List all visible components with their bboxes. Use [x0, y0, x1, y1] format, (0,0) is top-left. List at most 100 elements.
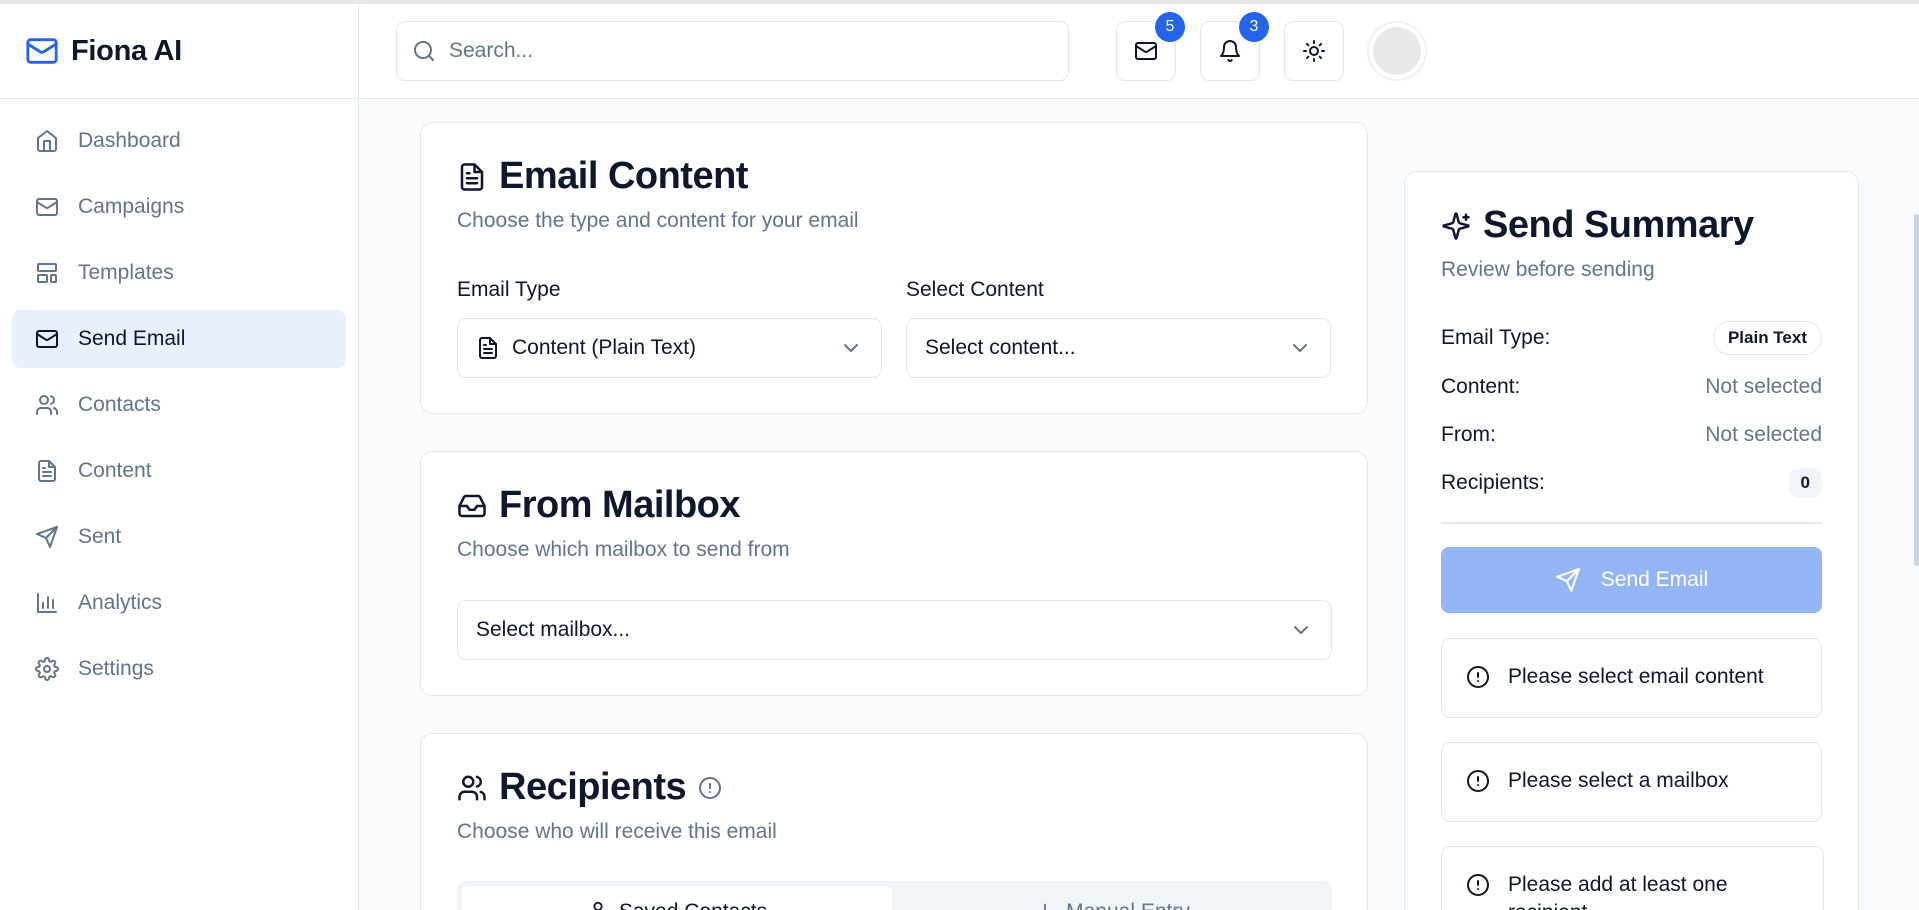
from-mailbox-title-text: From Mailbox — [499, 484, 741, 526]
sun-icon — [1302, 39, 1326, 63]
search-icon — [412, 39, 436, 63]
summary-label: From: — [1441, 423, 1496, 446]
summary-row-from: From: Not selected — [1441, 418, 1822, 452]
email-type-value: Content (Plain Text) — [512, 336, 697, 359]
sidebar-item-content[interactable]: Content — [12, 442, 346, 500]
summary-value: Not selected — [1705, 423, 1822, 446]
tab-label: Saved Contacts — [619, 900, 767, 910]
user-avatar-button[interactable] — [1367, 21, 1427, 81]
summary-row-content: Content: Not selected — [1441, 370, 1822, 404]
layout-icon — [35, 261, 59, 285]
info-icon[interactable] — [698, 776, 722, 800]
alert-circle-icon — [1466, 873, 1490, 897]
sidebar-item-label: Send Email — [78, 327, 186, 350]
sidebar-item-label: Dashboard — [78, 129, 181, 152]
alert-text: Please add at least one recipient — [1508, 873, 1728, 910]
plus-icon — [1034, 900, 1056, 910]
notifications-count-badge: 3 — [1239, 12, 1269, 42]
mailbox-select[interactable]: Select mailbox... — [457, 600, 1332, 660]
tab-saved-contacts[interactable]: Saved Contacts — [462, 886, 892, 910]
sidebar-item-dashboard[interactable]: Dashboard — [12, 112, 346, 170]
user-icon — [587, 900, 609, 910]
bar-chart-icon — [35, 591, 59, 615]
sidebar-item-settings[interactable]: Settings — [12, 640, 346, 698]
alert-select-content: Please select email content — [1441, 638, 1822, 718]
recipients-subtitle: Choose who will receive this email — [457, 820, 777, 843]
home-icon — [35, 129, 59, 153]
select-content-value: Select content... — [925, 336, 1076, 359]
alert-circle-icon — [1466, 665, 1490, 689]
summary-divider — [1441, 522, 1822, 524]
from-mailbox-card: From Mailbox Choose which mailbox to sen… — [420, 451, 1368, 696]
search-input[interactable] — [449, 39, 1049, 63]
sidebar-item-label: Analytics — [78, 591, 163, 614]
sidebar-item-label: Content — [78, 459, 152, 482]
mail-icon — [35, 195, 59, 219]
page-scrollbar[interactable] — [1914, 214, 1919, 566]
from-mailbox-subtitle: Choose which mailbox to send from — [457, 538, 790, 561]
mail-icon — [1134, 39, 1158, 63]
tab-manual-entry[interactable]: Manual Entry — [897, 886, 1327, 910]
send-summary-title-text: Send Summary — [1483, 204, 1754, 246]
email-content-subtitle: Choose the type and content for your ema… — [457, 209, 859, 232]
users-icon — [457, 773, 487, 803]
alert-text: Please select email content — [1508, 665, 1764, 688]
recipients-card: Recipients Choose who will receive this … — [420, 733, 1368, 910]
file-text-icon — [35, 459, 59, 483]
email-content-title: Email Content — [457, 155, 748, 198]
summary-row-email-type: Email Type: Plain Text — [1441, 321, 1822, 355]
sidebar-item-templates[interactable]: Templates — [12, 244, 346, 302]
sidebar-item-analytics[interactable]: Analytics — [12, 574, 346, 632]
theme-toggle-button[interactable] — [1284, 21, 1344, 81]
recipients-count-badge: 0 — [1788, 468, 1822, 498]
sidebar-item-contacts[interactable]: Contacts — [12, 376, 346, 434]
chevron-down-icon — [1289, 618, 1313, 642]
brand-name: Fiona AI — [71, 34, 182, 67]
summary-label: Email Type: — [1441, 326, 1551, 349]
sidebar-item-campaigns[interactable]: Campaigns — [12, 178, 346, 236]
sidebar-item-label: Sent — [78, 525, 122, 548]
alert-circle-icon — [1466, 769, 1490, 793]
search-box[interactable] — [396, 21, 1069, 81]
send-summary-subtitle: Review before sending — [1441, 258, 1655, 281]
sidebar: Fiona AI Dashboard Campaigns Templates S… — [0, 4, 359, 910]
email-type-badge: Plain Text — [1712, 321, 1822, 355]
inbox-icon — [457, 491, 487, 521]
file-text-icon — [476, 336, 500, 360]
send-icon — [1555, 567, 1581, 593]
chevron-down-icon — [1288, 336, 1312, 360]
top-header: 5 3 — [359, 4, 1919, 99]
brand[interactable]: Fiona AI — [0, 4, 358, 99]
messages-count-badge: 5 — [1155, 12, 1185, 42]
alert-add-recipient: Please add at least one recipient — [1441, 846, 1824, 910]
email-content-card: Email Content Choose the type and conten… — [420, 122, 1368, 414]
send-email-button[interactable]: Send Email — [1441, 547, 1822, 613]
sidebar-item-label: Templates — [78, 261, 174, 284]
email-type-label: Email Type — [457, 278, 561, 301]
alert-select-mailbox: Please select a mailbox — [1441, 742, 1822, 822]
recipients-title: Recipients — [457, 766, 722, 809]
sidebar-item-send-email[interactable]: Send Email — [12, 310, 346, 368]
send-summary-title: Send Summary — [1441, 204, 1754, 247]
select-content-dropdown[interactable]: Select content... — [906, 318, 1331, 378]
gear-icon — [35, 657, 59, 681]
sidebar-item-label: Settings — [78, 657, 154, 680]
select-content-label: Select Content — [906, 278, 1044, 301]
summary-label: Content: — [1441, 375, 1521, 398]
notifications-button[interactable]: 3 — [1200, 12, 1269, 81]
email-content-title-text: Email Content — [499, 155, 748, 197]
messages-button[interactable]: 5 — [1116, 12, 1185, 81]
recipients-tabs: Saved Contacts Manual Entry — [457, 881, 1332, 910]
bell-icon — [1218, 39, 1242, 63]
recipients-title-text: Recipients — [499, 766, 687, 808]
send-icon — [35, 525, 59, 549]
sidebar-item-label: Contacts — [78, 393, 161, 416]
sparkles-icon — [1441, 211, 1471, 241]
chevron-down-icon — [839, 336, 863, 360]
send-summary-card: Send Summary Review before sending Email… — [1404, 171, 1859, 910]
sidebar-item-sent[interactable]: Sent — [12, 508, 346, 566]
mail-icon — [35, 327, 59, 351]
summary-row-recipients: Recipients: 0 — [1441, 466, 1822, 500]
email-type-select[interactable]: Content (Plain Text) — [457, 318, 882, 378]
alert-text: Please select a mailbox — [1508, 769, 1729, 792]
